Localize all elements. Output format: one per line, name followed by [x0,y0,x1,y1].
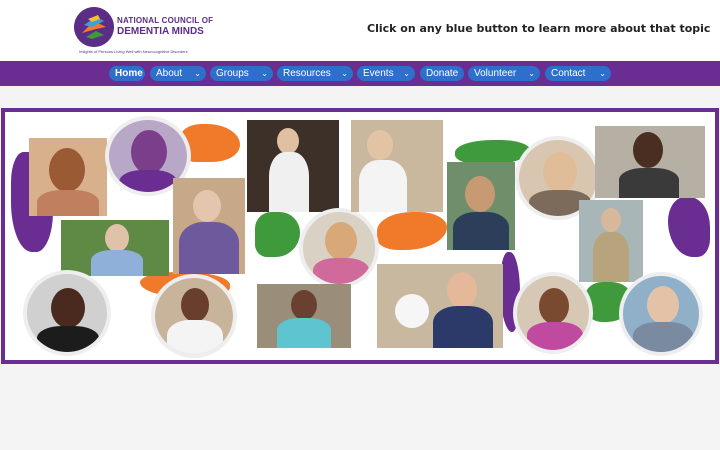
member-photo [151,274,237,358]
page-background [0,364,720,450]
nav-spacer [0,86,720,106]
logo-mark-icon [74,7,114,47]
member-photo [23,270,111,356]
nav-item-label: Home [115,68,143,79]
nav-item-donate[interactable]: Donate [420,66,464,81]
member-photo [447,162,515,250]
purple-paint-splash [668,197,710,257]
nav-item-home[interactable]: Home [109,66,145,81]
chevron-down-icon[interactable]: ⌄ [599,66,606,81]
chevron-down-icon[interactable]: ⌄ [341,66,348,81]
site-logo[interactable]: NATIONAL COUNCIL OF DEMENTIA MINDS Insig… [74,6,214,56]
member-photo [257,284,351,348]
nav-item-label: Donate [426,68,459,79]
nav-item-label: Events [363,68,394,79]
nav-item-label: About [156,68,183,79]
member-photo [579,200,643,282]
member-photo [619,272,703,356]
member-photo [29,138,107,216]
nav-item-label: Resources [283,68,331,79]
member-photo [377,264,503,348]
nav-item-label: Volunteer [474,68,517,79]
green-paint-splash [255,212,300,257]
nav-item-resources[interactable]: Resources ⌄ [277,66,353,81]
logo-line-2: DEMENTIA MINDS [117,26,204,37]
instruction-text: Click on any blue button to learn more a… [367,22,711,35]
logo-line-1: NATIONAL COUNCIL OF [117,16,214,25]
member-photo [595,126,705,198]
member-photo-collage [1,108,719,364]
chevron-down-icon[interactable]: ⌄ [403,66,410,81]
nav-item-about[interactable]: About ⌄ [150,66,206,81]
member-photo [173,178,245,274]
site-header: NATIONAL COUNCIL OF DEMENTIA MINDS Insig… [0,0,720,61]
chevron-down-icon[interactable]: ⌄ [261,66,268,81]
logo-tagline: Insights of Persons Living Well with Neu… [79,49,188,54]
member-photo [247,120,339,212]
member-photo [351,120,443,212]
nav-item-groups[interactable]: Groups ⌄ [210,66,273,81]
member-photo [513,272,593,354]
chevron-down-icon[interactable]: ⌄ [528,66,535,81]
nav-item-contact[interactable]: Contact ⌄ [545,66,611,81]
chevron-down-icon[interactable]: ⌄ [194,66,201,81]
main-nav: Home About ⌄ Groups ⌄ Resources ⌄ Events… [0,61,720,86]
nav-item-volunteer[interactable]: Volunteer ⌄ [468,66,540,81]
nav-item-events[interactable]: Events ⌄ [357,66,415,81]
nav-item-label: Groups [216,68,249,79]
member-photo [299,208,379,288]
member-photo [61,220,169,276]
nav-item-label: Contact [551,68,586,79]
orange-paint-splash [377,212,447,250]
